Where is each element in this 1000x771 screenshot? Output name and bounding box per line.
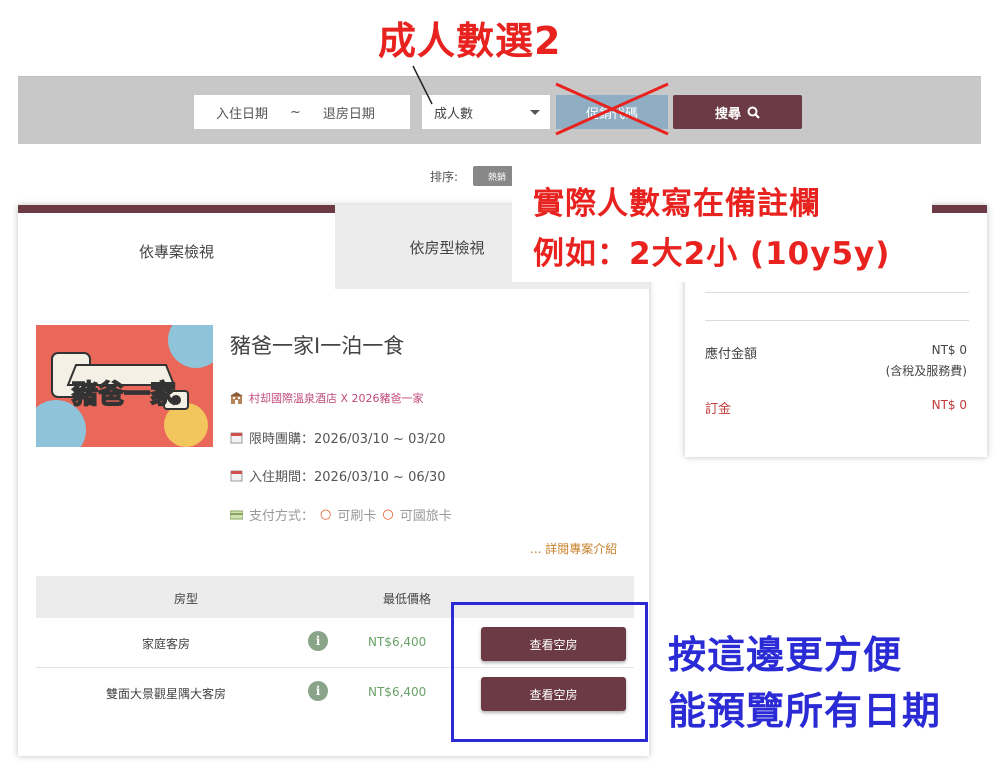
date-range-field[interactable]: 入住日期 ~ 退房日期 — [194, 95, 410, 129]
room-price: NT$6,400 — [368, 685, 427, 699]
col-lowest-price: 最低價格 — [383, 592, 432, 606]
payment-prefix: 支付方式： — [249, 509, 315, 524]
search-icon — [747, 106, 760, 119]
info-icon[interactable]: i — [308, 631, 328, 651]
annotation-remark-line2: 例如：2大2小 (10y5y) — [533, 236, 891, 272]
stay-period-row: 入住期間：2026/03/10 ~ 06/30 — [230, 466, 446, 485]
deposit-value: NT$ 0 — [931, 398, 967, 412]
promo-code-label: 促銷代碼 — [585, 106, 638, 122]
payable-value: NT$ 0 — [931, 343, 967, 357]
annotation-remark-line1: 實際人數寫在備註欄 — [533, 186, 821, 222]
deposit-label: 訂金 — [705, 402, 732, 417]
credit-card-icon — [230, 510, 243, 520]
room-name: 家庭客房 — [141, 637, 190, 651]
circle-mark-icon: ○ — [382, 507, 394, 522]
group-buy-text: 限時團購：2026/03/10 ~ 03/20 — [249, 432, 446, 447]
date-separator: ~ — [290, 104, 301, 120]
col-room-type: 房型 — [174, 592, 199, 606]
hotel-icon — [230, 391, 243, 404]
payment-row: 支付方式： ○ 可刷卡 ○ 可國旅卡 — [230, 505, 452, 524]
stay-period-text: 入住期間：2026/03/10 ~ 06/30 — [249, 470, 446, 485]
calendar-icon — [230, 470, 243, 482]
package-illustration: 豬爸一家 — [36, 325, 213, 447]
annotation-blue-line2: 能預覽所有日期 — [668, 689, 942, 733]
annotation-highlight-box — [451, 602, 648, 742]
promo-code-field[interactable]: 促銷代碼 — [556, 95, 668, 129]
circle-mark-icon: ○ — [320, 507, 332, 522]
package-image[interactable]: 豬爸一家 — [36, 325, 213, 447]
checkin-field[interactable]: 入住日期 — [216, 103, 268, 122]
search-button[interactable]: 搜尋 — [673, 95, 802, 129]
tab-by-package[interactable]: 依專案檢視 — [18, 205, 335, 289]
search-button-label: 搜尋 — [714, 106, 741, 122]
adults-select-label: 成人數 — [434, 106, 474, 122]
hotel-row: 村却國際溫泉酒店 X 2026豬爸一家 — [230, 390, 424, 406]
divider — [705, 292, 969, 293]
group-buy-row: 限時團購：2026/03/10 ~ 03/20 — [230, 428, 446, 447]
tab-by-room-label: 依房型檢視 — [409, 238, 485, 257]
room-name: 雙面大景觀星隅大客房 — [105, 687, 226, 701]
package-image-text: 豬爸一家 — [72, 379, 176, 410]
divider — [705, 320, 969, 321]
package-title: 豬爸一家I一泊一食 — [230, 334, 405, 358]
annotation-blue-line1: 按這邊更方便 — [668, 633, 903, 677]
package-detail-link[interactable]: ... 詳閱專案介紹 — [530, 540, 617, 557]
payable-label: 應付金額 — [705, 347, 758, 362]
payable-note: (含稅及服務費) — [885, 364, 967, 378]
info-icon[interactable]: i — [308, 681, 328, 701]
payment-opt2: 可國旅卡 — [399, 509, 452, 524]
hotel-text[interactable]: 村却國際溫泉酒店 X 2026豬爸一家 — [249, 390, 424, 406]
payment-opt1: 可刷卡 — [337, 509, 377, 524]
annotation-adults-note: 成人數選2 — [378, 19, 562, 63]
adults-select[interactable]: 成人數 — [422, 95, 550, 129]
sort-label: 排序: — [430, 170, 459, 184]
checkout-field[interactable]: 退房日期 — [323, 103, 375, 122]
tab-by-package-label: 依專案檢視 — [138, 242, 214, 261]
calendar-icon — [230, 432, 243, 444]
room-price: NT$6,400 — [368, 635, 427, 649]
caret-down-icon — [530, 109, 540, 115]
